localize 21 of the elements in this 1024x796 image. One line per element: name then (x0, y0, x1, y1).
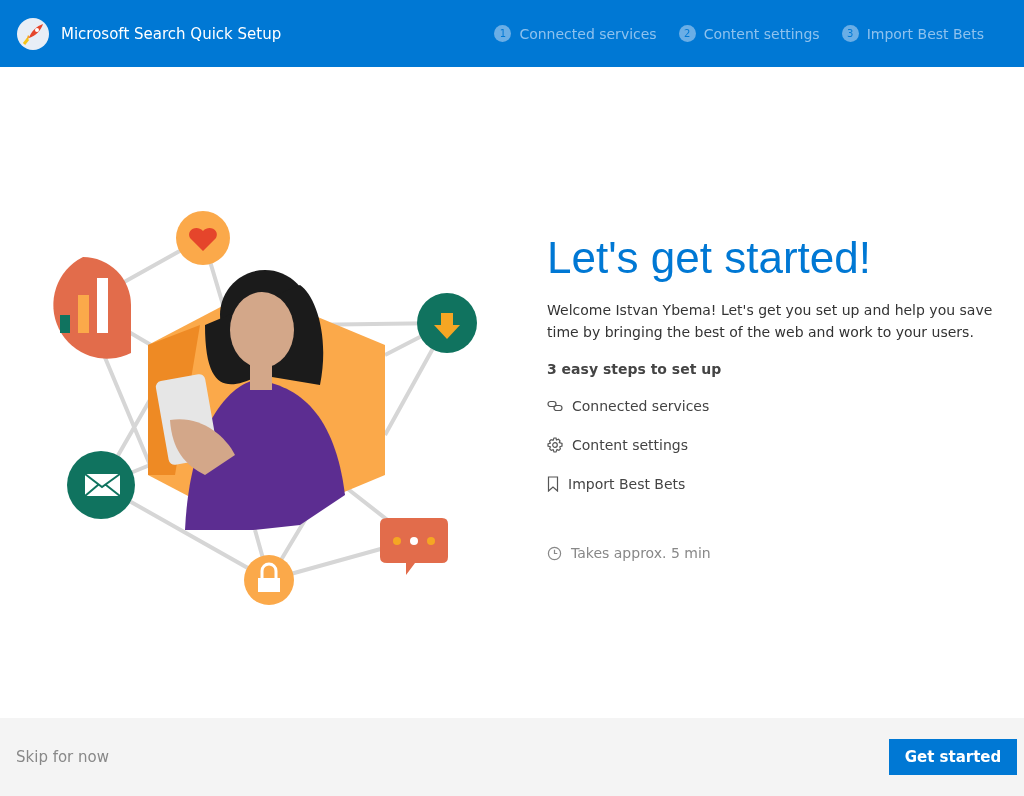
step-number: 3 (841, 25, 859, 42)
bookmark-icon (547, 476, 559, 492)
step-label: Connected services (519, 25, 657, 42)
welcome-message: Welcome Istvan Ybema! Let's get you set up and help you save time by bringing the best of the web and work to your users. (547, 300, 994, 342)
step-label: Content settings (703, 25, 820, 42)
duration-text: Takes approx. 5 min (571, 545, 711, 561)
steps-title: 3 easy steps to set up (547, 360, 723, 377)
welcome-heading: Let's get started! (547, 232, 872, 283)
rocket-logo-icon (16, 16, 50, 51)
settings-icon (547, 437, 563, 453)
get-started-button[interactable]: Get started (889, 739, 1017, 775)
setup-step-label: Import Best Bets (568, 476, 686, 492)
setup-step-label: Content settings (572, 437, 688, 453)
clock-icon (547, 545, 562, 561)
skip-link[interactable]: Skip for now (16, 748, 109, 766)
step-number: 2 (678, 25, 696, 42)
step-number: 1 (494, 25, 512, 42)
app-title: Microsoft Search Quick Setup (61, 24, 282, 43)
setup-step-label: Connected services (572, 398, 710, 414)
link-icon (547, 400, 563, 412)
step-label: Import Best Bets (866, 25, 984, 42)
